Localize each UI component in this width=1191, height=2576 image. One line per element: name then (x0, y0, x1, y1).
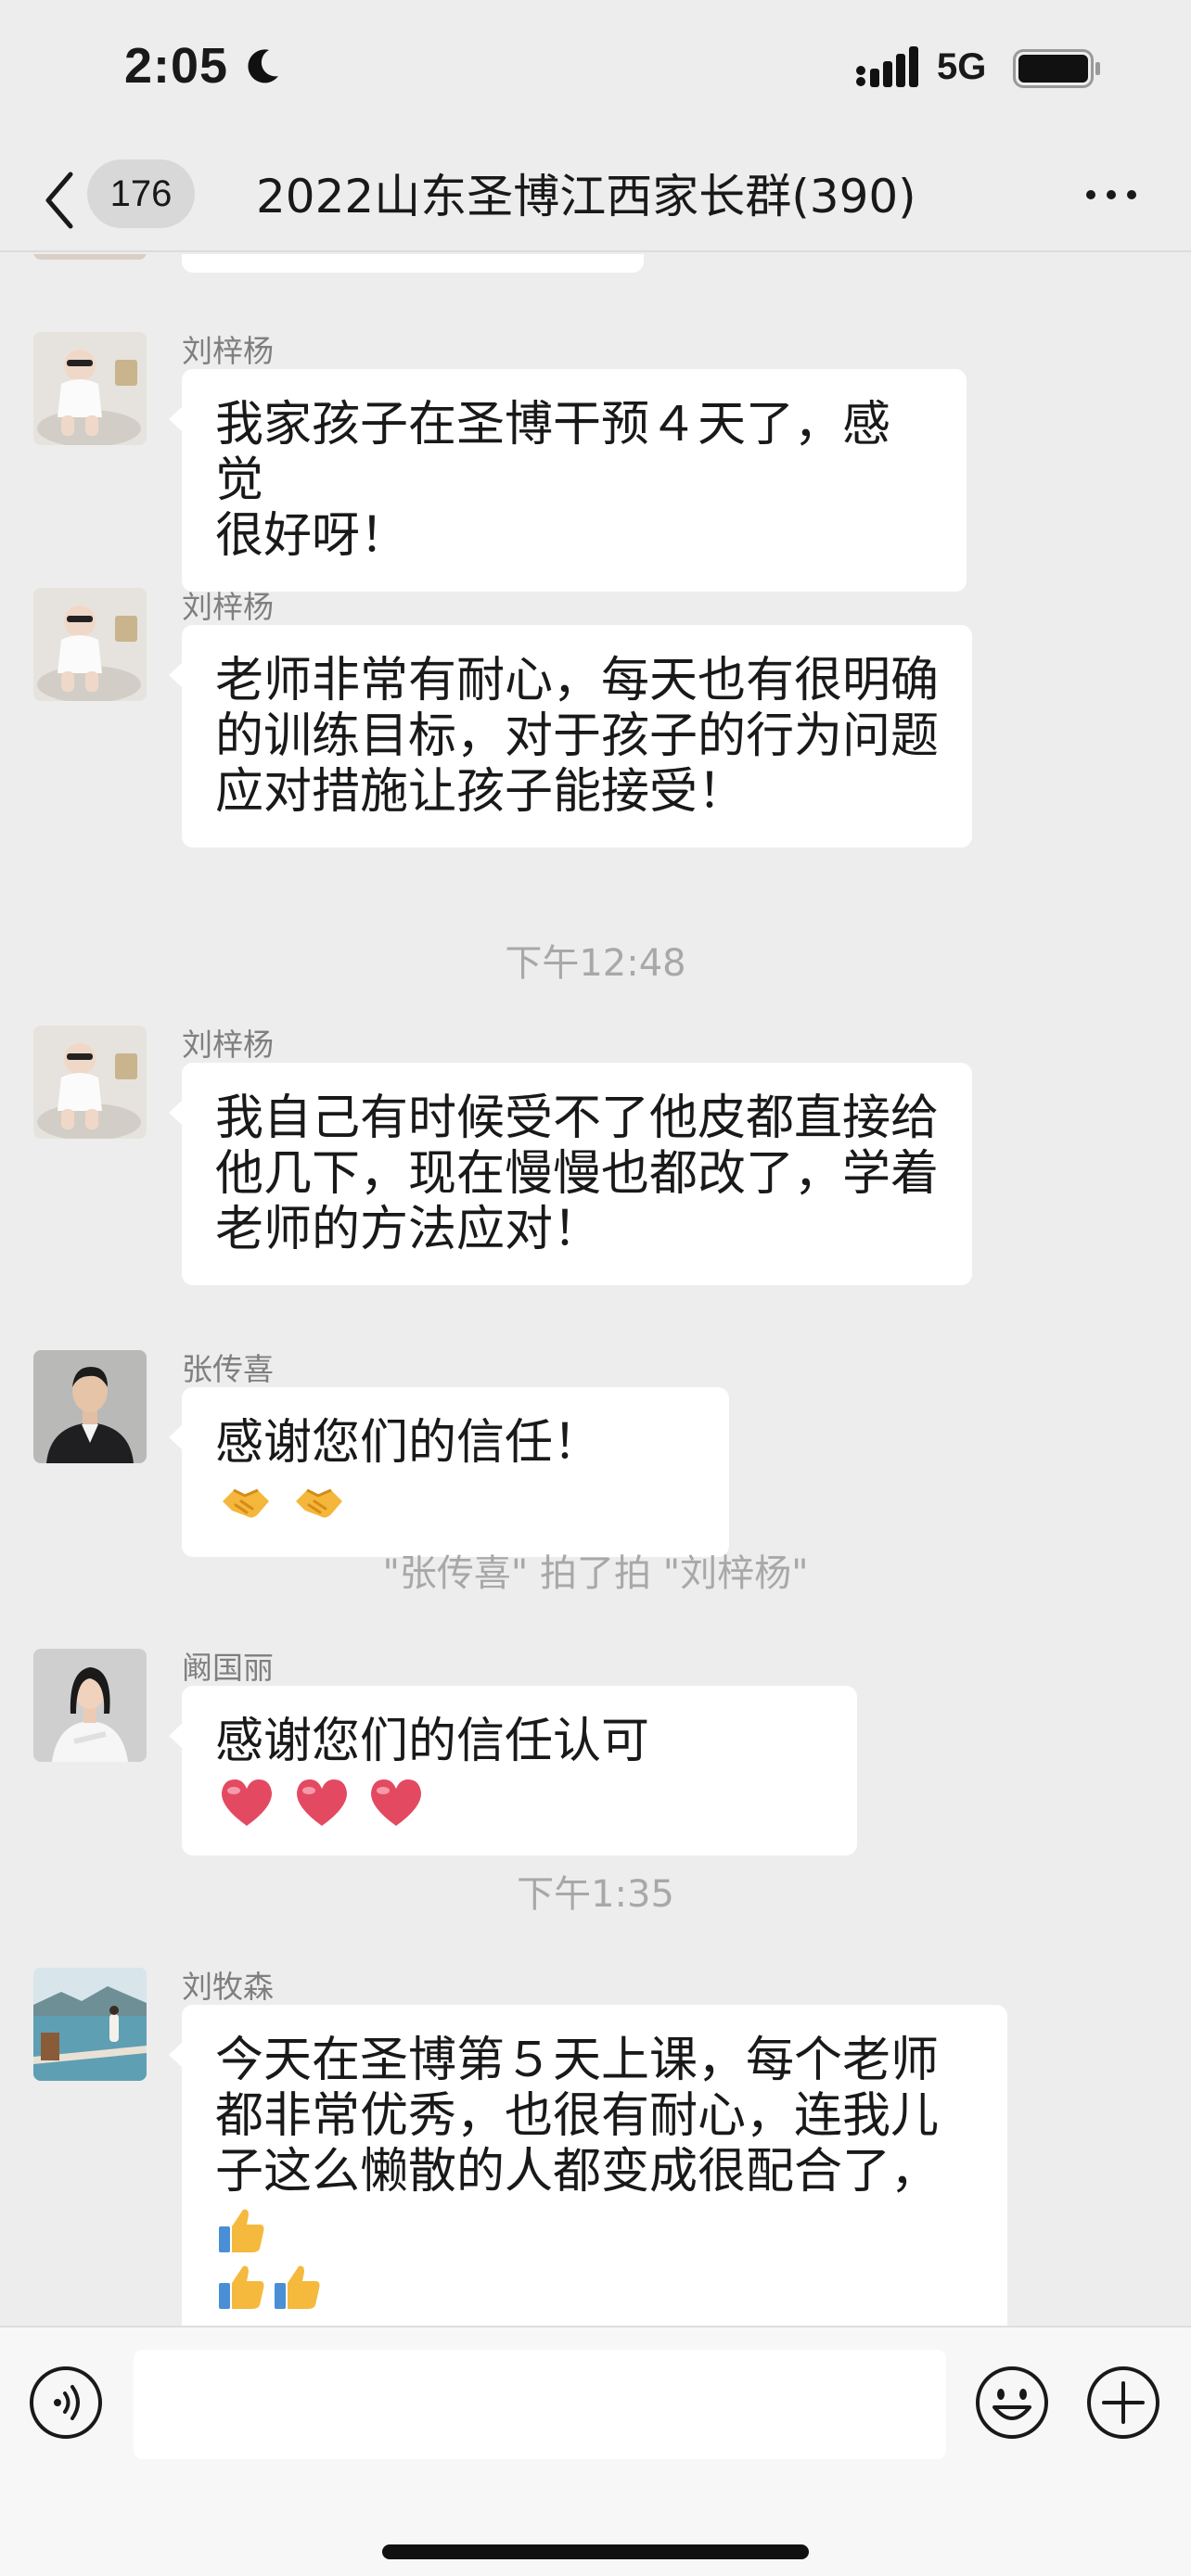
message-bubble-partial (182, 254, 644, 273)
message-text: 感谢您们的信任！ (215, 1415, 602, 1471)
message-text: 感谢您们的信任认可 (215, 1714, 650, 1769)
moon-icon (248, 49, 278, 83)
more-actions-plus-icon[interactable] (1085, 2365, 1161, 2441)
avatar (33, 254, 147, 260)
message-line: 我家孩子在圣博干预４天了，感觉 (215, 397, 891, 508)
thumbs-up-emoji-icon (219, 2209, 264, 2252)
avatar[interactable] (33, 1968, 147, 2081)
sender-name: 阚国丽 (182, 1650, 274, 1686)
message-line: 老师非常有耐心，每天也有很明确 (215, 653, 940, 708)
message-line: 子这么懒散的人都变成很配合了， (215, 2144, 974, 2256)
message-bubble[interactable]: 感谢您们的信任！ (169, 1387, 729, 1557)
time-divider: 下午12:48 (505, 942, 686, 985)
avatar[interactable] (33, 1026, 147, 1139)
network-label: 5G (937, 46, 987, 87)
red-heart-emoji-icon (371, 1779, 422, 1826)
message-line (215, 2256, 974, 2313)
red-heart-emoji-icon (221, 1779, 273, 1826)
sender-name: 刘牧森 (182, 1969, 274, 2005)
time-divider: 下午1:35 (517, 1873, 674, 1916)
message-bubble[interactable]: 我家孩子在圣博干预４天了，感觉 很好呀！ (169, 369, 967, 592)
sender-name: 刘梓杨 (182, 333, 274, 369)
handshake-emoji-icon (223, 1488, 269, 1518)
message-bubble[interactable]: 老师非常有耐心，每天也有很明确 的训练目标，对于孩子的行为问题 应对措施让孩子能… (169, 625, 972, 848)
avatar[interactable] (33, 588, 147, 701)
emoji-row (215, 1772, 424, 1828)
sender-name: 刘梓杨 (182, 589, 274, 625)
message-line: 的训练目标，对于孩子的行为问题 (215, 708, 940, 764)
message-line: 老师的方法应对！ (215, 1202, 602, 1257)
emoji-row (215, 1473, 346, 1529)
chat-message: 刘梓杨 我家孩子在圣博干预４天了，感觉 很好呀！ (0, 332, 1191, 592)
chat-message-list[interactable]: 刘梓杨 我家孩子在圣博干预４天了，感觉 很好呀！ 刘梓杨 老师非常有耐心，每天也… (0, 254, 1191, 2326)
message-bubble[interactable]: 我自己有时候受不了他皮都直接给 他几下，现在慢慢也都改了，学着 老师的方法应对！ (169, 1063, 972, 1285)
avatar[interactable] (33, 1350, 147, 1463)
chat-message: 刘梓杨 老师非常有耐心，每天也有很明确 的训练目标，对于孩子的行为问题 应对措施… (0, 588, 1191, 866)
emoji-picker-icon[interactable] (974, 2365, 1050, 2441)
previous-message-partial (0, 254, 1191, 282)
sender-name: 张传喜 (182, 1351, 274, 1387)
thumbs-up-emoji-icon (275, 2265, 320, 2309)
red-heart-emoji-icon (296, 1779, 347, 1826)
message-line: 我自己有时候受不了他皮都直接给 (215, 1090, 940, 1146)
handshake-emoji-icon (295, 1488, 342, 1518)
chat-title: 2022山东圣博江西家长群(390) (256, 170, 916, 223)
back-chevron-icon[interactable] (41, 169, 78, 232)
input-bar (0, 2326, 1191, 2576)
chat-message: 阚国丽 感谢您们的信任认可 (0, 1649, 1191, 1855)
unread-count-badge[interactable]: 176 (87, 159, 195, 228)
avatar[interactable] (33, 332, 147, 445)
battery-icon (1013, 49, 1100, 88)
message-line: 应对措施让孩子能接受！ (215, 764, 747, 820)
pat-system-notice: "张传喜" 拍了拍 "刘梓杨" (382, 1552, 809, 1595)
message-line: 都非常优秀，也很有耐心，连我儿 (215, 2088, 940, 2144)
message-line: 他几下，现在慢慢也都改了，学着 (215, 1146, 940, 1202)
message-bubble[interactable]: 感谢您们的信任认可 (169, 1686, 857, 1855)
chat-message: 刘梓杨 我自己有时候受不了他皮都直接给 他几下，现在慢慢也都改了，学着 老师的方… (0, 1026, 1191, 1304)
avatar[interactable] (33, 1649, 147, 1762)
home-indicator[interactable] (382, 2544, 809, 2559)
thumbs-up-emoji-icon (219, 2265, 264, 2309)
more-options-icon[interactable] (1083, 184, 1139, 206)
status-bar: 2:05 5G (0, 0, 1191, 148)
signal-icon (856, 46, 918, 87)
message-input[interactable] (134, 2350, 946, 2459)
sender-name: 刘梓杨 (182, 1027, 274, 1063)
message-line: 今天在圣博第５天上课，每个老师 (215, 2033, 940, 2088)
status-time: 2:05 (124, 38, 229, 94)
chat-message: 张传喜 感谢您们的信任！ (0, 1350, 1191, 1557)
message-bubble[interactable]: 今天在圣博第５天上课，每个老师 都非常优秀，也很有耐心，连我儿 子这么懒散的人都… (169, 2005, 1007, 2326)
chat-header: 176 2022山东圣博江西家长群(390) (0, 148, 1191, 252)
message-line: 很好呀！ (215, 508, 409, 564)
chat-message: 刘牧森 今天在圣博第５天上课，每个老师 都非常优秀，也很有耐心，连我儿 子这么懒… (0, 1968, 1191, 2326)
voice-input-icon[interactable] (28, 2365, 104, 2441)
